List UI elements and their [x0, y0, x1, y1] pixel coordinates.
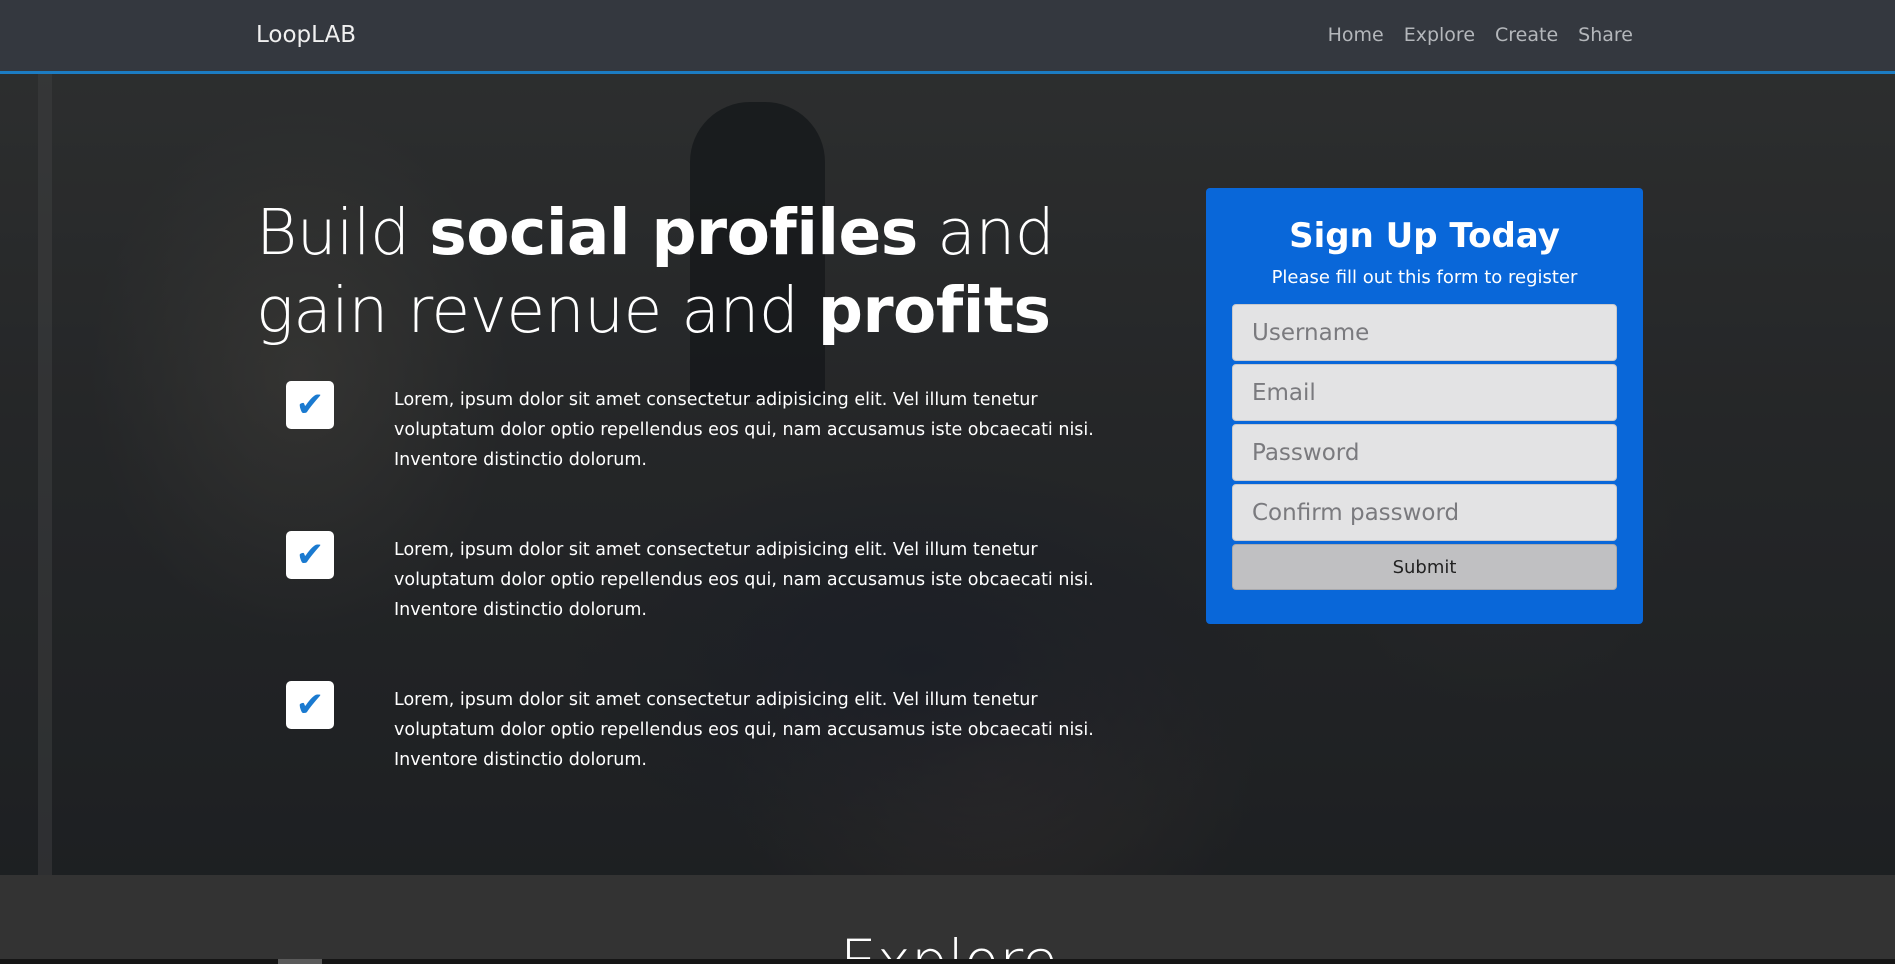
headline-text-1: Build	[256, 196, 430, 269]
feature-item: ✔ Lorem, ipsum dolor sit amet consectetu…	[286, 381, 1116, 531]
check-icon: ✔	[286, 681, 334, 729]
feature-text: Lorem, ipsum dolor sit amet consectetur …	[394, 540, 1094, 620]
check-icon: ✔	[286, 381, 334, 429]
hero-headline: Build social profiles and gain revenue a…	[256, 194, 1156, 350]
feature-text: Lorem, ipsum dolor sit amet consectetur …	[394, 390, 1094, 470]
submit-button[interactable]: Submit	[1232, 544, 1617, 590]
username-input[interactable]	[1232, 304, 1617, 361]
feature-list: ✔ Lorem, ipsum dolor sit amet consectetu…	[286, 381, 1116, 831]
nav-link-home[interactable]: Home	[1328, 24, 1384, 46]
feature-text: Lorem, ipsum dolor sit amet consectetur …	[394, 690, 1094, 770]
hero-section: Build social profiles and gain revenue a…	[0, 74, 1895, 875]
nav-links: Home Explore Create Share	[1328, 24, 1633, 46]
email-input[interactable]	[1232, 364, 1617, 421]
explore-section: Explore	[0, 875, 1895, 964]
nav-link-share[interactable]: Share	[1578, 24, 1633, 46]
nav-link-explore[interactable]: Explore	[1404, 24, 1475, 46]
confirm-password-input[interactable]	[1232, 484, 1617, 541]
signup-card: Sign Up Today Please fill out this form …	[1206, 188, 1643, 624]
signup-title: Sign Up Today	[1289, 216, 1560, 256]
brand-logo[interactable]: LoopLAB	[256, 22, 356, 48]
headline-bold-2: profits	[817, 274, 1051, 347]
check-icon: ✔	[286, 531, 334, 579]
signup-form: Submit	[1232, 304, 1617, 590]
navbar: LoopLAB Home Explore Create Share	[0, 0, 1895, 74]
password-input[interactable]	[1232, 424, 1617, 481]
signup-subtitle: Please fill out this form to register	[1271, 267, 1578, 288]
feature-item: ✔ Lorem, ipsum dolor sit amet consectetu…	[286, 681, 1116, 831]
feature-item: ✔ Lorem, ipsum dolor sit amet consectetu…	[286, 531, 1116, 681]
bottom-tab	[278, 959, 322, 964]
headline-bold-1: social profiles	[429, 196, 918, 269]
nav-link-create[interactable]: Create	[1495, 24, 1558, 46]
